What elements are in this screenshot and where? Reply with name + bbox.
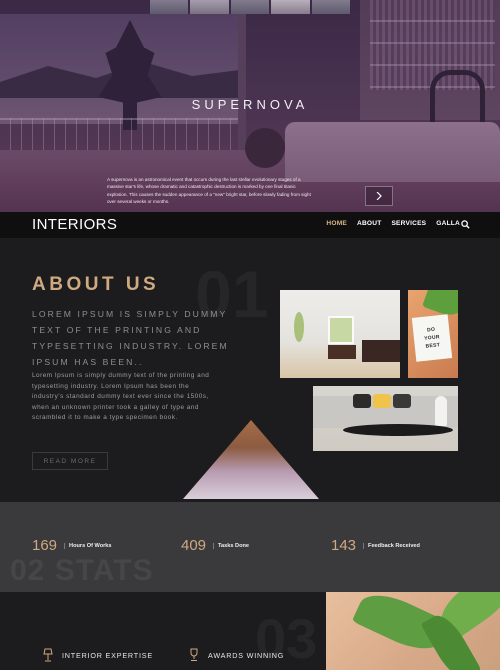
slider-next-button[interactable]	[365, 186, 393, 206]
pillow-shape	[393, 394, 411, 408]
about-image-sign: DO YOUR BEST	[408, 290, 458, 378]
service-label: INTERIOR EXPERTISE	[62, 650, 153, 660]
sign-line: YOUR	[423, 334, 441, 342]
pillow-shape	[373, 394, 391, 408]
stat-hours: 169 Hours Of Works	[32, 537, 112, 554]
window-shape	[328, 316, 354, 344]
stat-feedback: 143 Feedback Received	[331, 537, 420, 554]
stats-section-label: 02 STATS	[10, 554, 154, 587]
search-icon[interactable]	[461, 220, 470, 229]
service-item-interior[interactable]: INTERIOR EXPERTISE	[42, 648, 153, 662]
chevron-right-icon	[376, 192, 382, 200]
trophy-icon	[190, 648, 198, 661]
stat-value: 169	[32, 537, 58, 554]
nav-menu: HOME ABOUT SERVICES GALLA	[316, 220, 460, 227]
sign-line: DO	[426, 326, 436, 334]
stat-label: Hours Of Works	[64, 542, 112, 549]
brand-logo[interactable]: INTERIORS	[32, 216, 117, 233]
kitchen-counter-shape	[362, 340, 400, 362]
dining-table-shape	[328, 345, 356, 359]
stats-section: 02 STATS 169 Hours Of Works 409 Tasks Do…	[0, 502, 500, 592]
nav-item-home[interactable]: HOME	[326, 220, 347, 227]
hero-title: SUPERNOVA	[191, 97, 309, 112]
main-navbar: INTERIORS HOME ABOUT SERVICES GALLA	[0, 212, 500, 238]
about-image-kitchen	[280, 290, 400, 378]
nav-item-about[interactable]: ABOUT	[357, 220, 381, 227]
stat-tasks: 409 Tasks Done	[181, 537, 249, 554]
stat-value: 143	[331, 537, 357, 554]
stat-label: Feedback Received	[363, 542, 420, 549]
services-image-plant	[326, 592, 500, 670]
stat-label: Tasks Done	[213, 542, 249, 549]
pillow-shape	[353, 394, 371, 408]
plant-shape	[294, 312, 304, 342]
about-section: 01 ABOUT US LOREM IPSUM IS SIMPLY DUMMY …	[0, 238, 500, 502]
about-image-bedroom-triangle	[183, 420, 319, 499]
about-image-living-room	[313, 386, 458, 451]
nav-item-services[interactable]: SERVICES	[391, 220, 426, 227]
services-section: 03 INTERIOR EXPERTISE AWARDS WINNING	[0, 592, 500, 670]
service-label: AWARDS WINNING	[208, 650, 285, 660]
hero-slider: SUPERNOVA A supernova is an astronomical…	[0, 0, 500, 212]
coffee-table-shape	[343, 424, 453, 436]
letter-board: DO YOUR BEST	[411, 314, 453, 362]
service-item-awards[interactable]: AWARDS WINNING	[188, 648, 284, 662]
nav-item-gallery[interactable]: GALLA	[436, 220, 460, 227]
about-heading: ABOUT US	[32, 274, 160, 295]
stat-value: 409	[181, 537, 207, 554]
lamp-icon	[43, 648, 53, 662]
about-lead: LOREM IPSUM IS SIMPLY DUMMY TEXT OF THE …	[32, 309, 229, 367]
vase-shape	[435, 396, 447, 426]
hero-caption: A supernova is an astronomical event tha…	[107, 177, 311, 205]
sign-line: BEST	[425, 342, 441, 350]
read-more-button[interactable]: READ MORE	[32, 452, 108, 470]
about-body: Lorem Ipsum is simply dummy text of the …	[32, 372, 210, 421]
